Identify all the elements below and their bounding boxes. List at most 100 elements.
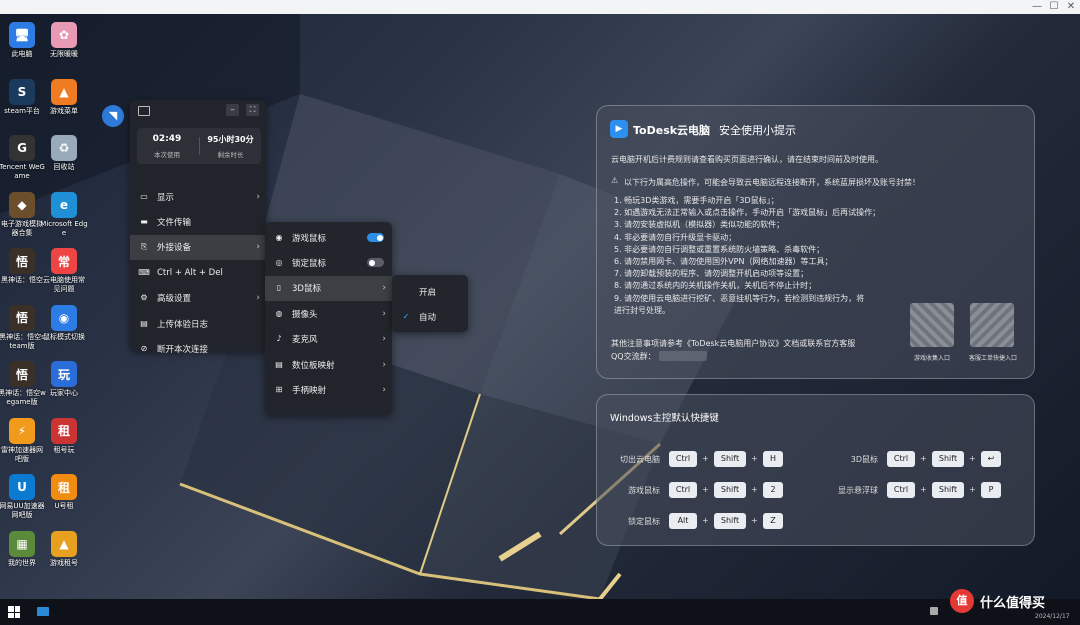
tips-rule: 9. 请勿使用云电脑进行挖矿、恶意挂机等行为，若检测到违规行为，将 [614, 293, 865, 303]
toggle-switch[interactable] [367, 233, 384, 242]
desktop-icon[interactable]: 租 U号租 [40, 474, 88, 511]
submenu-item[interactable]: ▤ 数位板映射 › [265, 352, 392, 377]
settings-icon: ⚙ [140, 293, 148, 303]
submenu-item[interactable]: ◉ 游戏鼠标 [265, 225, 392, 250]
keycap: ↩ [981, 451, 1001, 467]
desktop-icon-label: 游戏菜单 [50, 106, 78, 115]
desktop-icon[interactable]: ▲ 游戏租号 [40, 530, 88, 568]
tray-icon[interactable] [930, 607, 938, 615]
tips-rule: 8. 请勿通过系统内的关机操作关机，关机后不停止计时； [614, 281, 817, 291]
safety-tips-panel: ▶ ToDesk云电脑 安全使用小提示 云电脑开机后计费规则请查看购买页面进行确… [596, 105, 1035, 379]
tips-warning: 以下行为属高危操作，可能会导致云电脑远程连接断开，系统蓝屏损坏及账号封禁！ [624, 178, 920, 187]
session-label: 本次使用 [154, 151, 180, 159]
warning-icon: ⚠ [611, 176, 619, 185]
submenu-item[interactable]: ◍ 摄像头 › [265, 301, 392, 326]
tips-rule: 4. 非必要请勿自行升级显卡驱动； [614, 232, 737, 242]
keycap: Ctrl [887, 482, 915, 498]
menu-item[interactable]: ⌨ Ctrl + Alt + Del [130, 260, 266, 285]
wegame-icon: G [9, 135, 35, 161]
desktop-icon-label: Microsoft Edge [40, 219, 88, 237]
menu-item-label: 断开本次连接 [157, 344, 209, 355]
menu-item[interactable]: ⚙ 高级设置 › [130, 286, 266, 311]
plus-sign: + [920, 454, 927, 463]
desktop-icon[interactable]: ✿ 无限暖暖 [40, 22, 88, 59]
desktop-icon[interactable]: 租租号玩 [40, 417, 88, 455]
qr1-label: 游戏收集入口 [913, 355, 950, 362]
submenu-item[interactable]: ⊞ 手柄映射 › [265, 377, 392, 402]
plus-sign: + [702, 485, 709, 494]
faq-icon: 常 [51, 248, 77, 274]
desktop-icon[interactable]: ◉ 鼠标模式切换 [40, 304, 88, 342]
desktop-icon-label: 云电脑使用常见问题 [43, 276, 85, 293]
mouse3d-option[interactable]: 开启 [392, 279, 468, 304]
menu-item[interactable]: ▬ 文件传输 [130, 209, 266, 234]
menu-item-label: Ctrl + Alt + Del [157, 267, 223, 278]
mouse-icon: ◉ [275, 232, 283, 242]
recycle-bin-icon: ♻ [51, 135, 77, 161]
plus-sign: + [751, 485, 758, 494]
todesk-float-ball-icon[interactable]: ◥ [102, 105, 124, 127]
mouse3d-option[interactable]: ✓ 自动 [392, 304, 468, 329]
tips-rule: 进行封号处理。 [614, 305, 670, 315]
keycap: Ctrl [887, 451, 915, 467]
desktop-icon[interactable]: 玩玩家中心 [40, 361, 88, 398]
edge-icon: e [51, 191, 77, 218]
submenu-item[interactable]: ◎ 锁定鼠标 [265, 250, 392, 275]
menu-item-label: 显示 [157, 192, 175, 203]
shortcuts-panel: Windows主控默认快捷键 切出云电脑 Ctrl + Shift + H 3D鼠标 Ctrl… [596, 394, 1035, 546]
window-titlebar: — ☐ ✕ [0, 0, 1080, 14]
submenu-item[interactable]: ▯ 3D鼠标 › [265, 275, 392, 301]
desktop-icon-label: 游戏租号 [50, 558, 78, 567]
computer-icon: 🖥 [9, 22, 35, 48]
tips-title: 安全使用小提示 [719, 124, 796, 137]
game-icon: ◆ [9, 191, 35, 218]
keycap: Ctrl [669, 482, 697, 498]
session-time: 02:49 [152, 134, 182, 144]
maximize-button[interactable]: ☐ [1047, 1, 1061, 13]
tips-footer: 其他注意事项请参考《ToDesk云电脑用户协议》文档或联系官方客服 [611, 339, 856, 348]
plus-sign: + [751, 454, 758, 463]
toggle-switch[interactable] [367, 258, 384, 268]
upload-icon: ▤ [140, 318, 148, 328]
menu-item[interactable]: ⎘ 外接设备 › [130, 234, 266, 260]
plus-sign: + [702, 516, 709, 525]
close-button[interactable]: ✕ [1064, 1, 1078, 13]
disconnect-icon: ⊘ [140, 343, 148, 353]
watermark-text: 什么值得买 [980, 596, 1046, 611]
keycap: 2 [763, 482, 783, 498]
minimize-menu-button[interactable]: – [226, 104, 239, 116]
menu-item[interactable]: ▤ 上传体验日志 [130, 311, 266, 336]
tips-rule: 2. 如遇游戏无法正常输入或点击操作，手动开启「游戏鼠标」后再试操作； [614, 208, 881, 218]
plus-sign: + [920, 485, 927, 494]
keyboard-icon: ⌨ [138, 267, 150, 277]
submenu-item-label: 手柄映射 [292, 385, 327, 396]
desktop-icon[interactable]: e Microsoft Edge [40, 191, 88, 238]
keycap: Shift [714, 513, 746, 529]
minecraft-icon: ▦ [9, 530, 35, 557]
qr-code-game-image [910, 303, 954, 347]
qr2-label: 客服工单快捷入口 [968, 355, 1017, 362]
watermark-logo-icon: 值 [950, 589, 974, 613]
desktop-icon[interactable]: ♻ 回收站 [40, 135, 88, 172]
desktop-icon[interactable]: 常云电脑使用常见问题 [40, 248, 88, 294]
minimize-button[interactable]: — [1030, 1, 1044, 13]
gamepad-icon: ⊞ [275, 384, 283, 394]
shortcut-label: 锁定鼠标 [628, 517, 660, 526]
submenu-item-label: 游戏鼠标 [292, 233, 327, 244]
game-center-icon: 玩 [51, 361, 77, 387]
start-button[interactable] [8, 606, 20, 618]
taskbar-app-icon[interactable] [37, 607, 49, 616]
fullscreen-icon[interactable]: ⛶ [246, 104, 259, 116]
screen-icon [138, 106, 150, 116]
menu-item[interactable]: ⊘ 断开本次连接 [130, 336, 266, 361]
plus-sign: + [751, 516, 758, 525]
keycap: P [981, 482, 1001, 498]
menu-item-label: 高级设置 [157, 294, 192, 305]
device-icon: ⎘ [140, 242, 148, 252]
desktop: 🖥 此电脑 ✿ 无限暖暖 Ssteam平台 ▲ 游戏菜单 G Tencent WeGame ♻ 回收… [0, 14, 1080, 599]
microphone-icon: ♪ [276, 334, 282, 344]
menu-item[interactable]: ▭ 显示 › [130, 184, 266, 209]
accelerator-icon: ⚡ [9, 417, 35, 444]
desktop-icon[interactable]: ▲ 游戏菜单 [40, 78, 88, 116]
submenu-item[interactable]: ♪ 麦克风 › [265, 327, 392, 352]
